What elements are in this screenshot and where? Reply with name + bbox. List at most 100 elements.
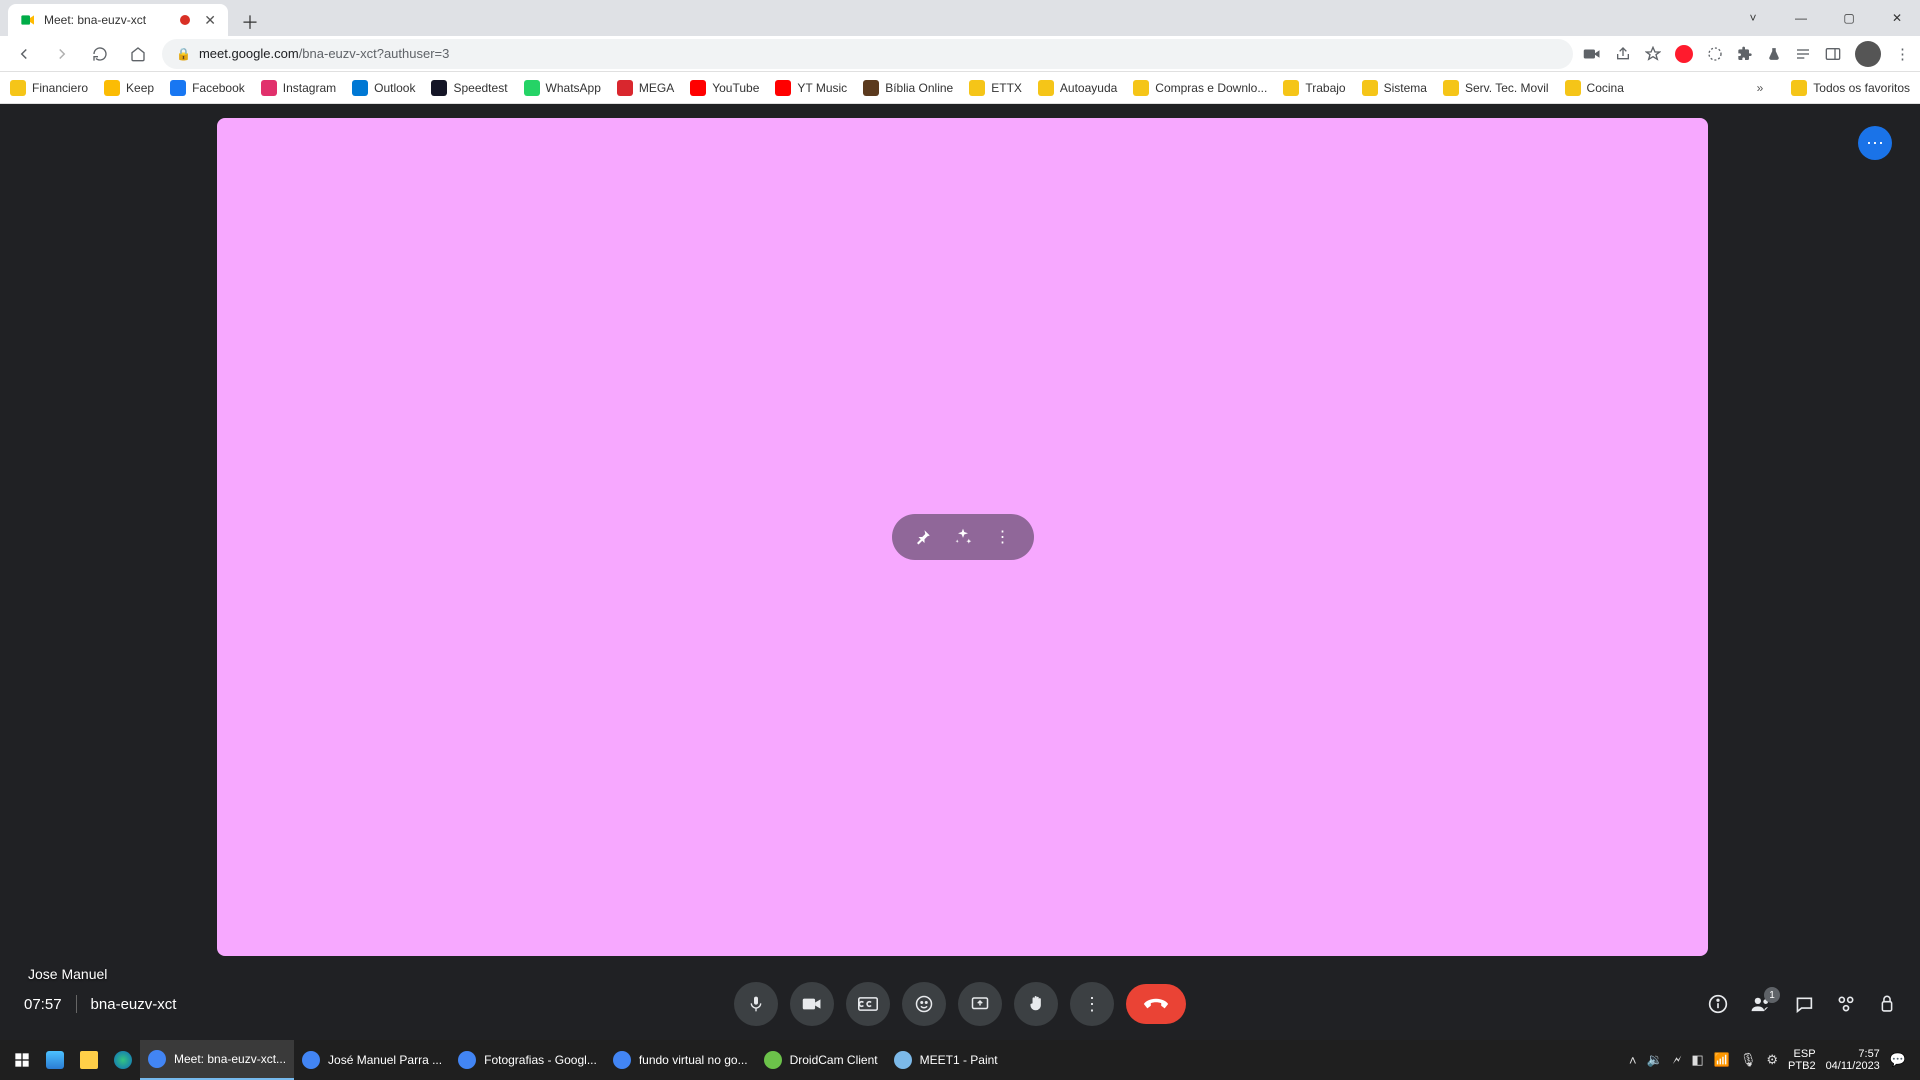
taskbar-app[interactable]: fundo virtual no go... [605, 1040, 756, 1080]
clock-label: 07:57 [24, 996, 62, 1013]
window-chevron-icon[interactable]: ˅ [1730, 2, 1776, 34]
window-close-button[interactable]: ✕ [1874, 2, 1920, 34]
bookmark-favicon-icon [1133, 80, 1149, 96]
bookmark-item[interactable]: Keep [104, 80, 154, 96]
camera-indicator-icon[interactable] [1583, 47, 1601, 61]
taskbar-app[interactable]: DroidCam Client [756, 1040, 886, 1080]
window-minimize-button[interactable]: — [1778, 2, 1824, 34]
all-bookmarks-button[interactable]: Todos os favoritos [1791, 80, 1910, 96]
profile-avatar[interactable] [1855, 41, 1881, 67]
bookmark-favicon-icon [352, 80, 368, 96]
bookmark-item[interactable]: Autoayuda [1038, 80, 1117, 96]
bookmark-item[interactable]: Sistema [1362, 80, 1427, 96]
host-controls-button[interactable] [1878, 994, 1896, 1014]
bookmark-favicon-icon [104, 80, 120, 96]
captions-button[interactable] [846, 982, 890, 1026]
bookmark-item[interactable]: Instagram [261, 80, 336, 96]
extension-opera-icon[interactable] [1675, 45, 1693, 63]
meeting-details-button[interactable] [1708, 994, 1728, 1014]
window-maximize-button[interactable]: ▢ [1826, 2, 1872, 34]
tray-bluetooth-icon[interactable]: ◧ [1691, 1052, 1703, 1068]
start-button[interactable] [6, 1040, 38, 1080]
bookmark-item[interactable]: ETTX [969, 80, 1022, 96]
bookmark-star-button[interactable] [1645, 46, 1661, 62]
share-icon[interactable] [1615, 46, 1631, 62]
bookmark-item[interactable]: Financiero [10, 80, 88, 96]
reading-list-icon[interactable] [1795, 47, 1811, 61]
self-video-tile[interactable]: ⋮ [217, 118, 1708, 956]
tile-more-button[interactable]: ⋮ [988, 522, 1018, 552]
bookmark-favicon-icon [1443, 80, 1459, 96]
explorer-button[interactable] [72, 1040, 106, 1080]
edge-button[interactable] [106, 1040, 140, 1080]
bookmarks-bar: Financiero Keep Facebook Instagram Outlook Sp… [0, 72, 1920, 104]
back-button[interactable] [10, 40, 38, 68]
meet-favicon-icon [20, 12, 36, 28]
bookmark-item[interactable]: MEGA [617, 80, 674, 96]
tray-volume-icon[interactable]: 🔉 [1647, 1052, 1663, 1068]
chat-button[interactable] [1794, 995, 1814, 1013]
room-code-label: bna-euzv-xct [91, 996, 177, 1013]
bookmark-favicon-icon [1038, 80, 1054, 96]
reload-button[interactable] [86, 40, 114, 68]
url-host: meet.google.com [199, 46, 299, 61]
labs-flask-icon[interactable] [1767, 46, 1781, 62]
recording-indicator-icon [180, 15, 190, 25]
extensions-puzzle-icon[interactable] [1737, 46, 1753, 62]
raise-hand-button[interactable] [1014, 982, 1058, 1026]
camera-button[interactable] [790, 982, 834, 1026]
bookmarks-overflow-button[interactable]: » [1751, 81, 1770, 95]
bookmark-favicon-icon [1362, 80, 1378, 96]
bookmark-item[interactable]: Trabajo [1283, 80, 1345, 96]
browser-toolbar: 🔒 meet.google.com/bna-euzv-xct?authuser=… [0, 36, 1920, 72]
tray-chevron-icon[interactable]: ˄ [1629, 1053, 1637, 1068]
tray-battery-icon[interactable]: 🗲 [1673, 1052, 1682, 1068]
stage-more-button[interactable]: ⋯ [1858, 126, 1892, 160]
effects-sparkle-button[interactable] [948, 522, 978, 552]
reactions-button[interactable] [902, 982, 946, 1026]
activities-button[interactable] [1836, 994, 1856, 1014]
tray-language[interactable]: ESP PTB2 [1788, 1048, 1816, 1072]
bookmark-item[interactable]: Bíblia Online [863, 80, 953, 96]
forward-button[interactable] [48, 40, 76, 68]
side-panel-icon[interactable] [1825, 47, 1841, 61]
bookmark-item[interactable]: Speedtest [431, 80, 507, 96]
meet-stage: ⋯ ⋮ Jose Manuel 07:57 bna-euzv-xct ⋮ [0, 104, 1920, 1040]
tray-app-icon[interactable]: ⚙ [1766, 1052, 1778, 1068]
tray-mic-icon[interactable]: 🎙 [1740, 1052, 1757, 1068]
app-icon [764, 1051, 782, 1069]
window-controls: ˅ — ▢ ✕ [1730, 0, 1920, 36]
leave-call-button[interactable] [1126, 984, 1186, 1024]
taskbar-app[interactable]: MEET1 - Paint [886, 1040, 1006, 1080]
bookmark-item[interactable]: Facebook [170, 80, 245, 96]
home-button[interactable] [124, 40, 152, 68]
present-screen-button[interactable] [958, 982, 1002, 1026]
taskbar-app[interactable]: José Manuel Parra ... [294, 1040, 450, 1080]
bookmark-item[interactable]: Cocina [1565, 80, 1624, 96]
chrome-menu-button[interactable]: ⋮ [1895, 45, 1910, 63]
tray-network-icon[interactable]: 📶 [1714, 1052, 1730, 1068]
taskbar-app[interactable]: Meet: bna-euzv-xct... [140, 1040, 294, 1080]
taskbar-app[interactable]: Fotografias - Googl... [450, 1040, 605, 1080]
microphone-button[interactable] [734, 982, 778, 1026]
participants-button[interactable]: 1 [1750, 995, 1772, 1013]
browser-tab[interactable]: Meet: bna-euzv-xct ✕ [8, 4, 228, 36]
new-tab-button[interactable]: ＋ [236, 8, 264, 36]
tray-notifications-icon[interactable]: 💬 [1890, 1052, 1906, 1068]
bookmark-favicon-icon [617, 80, 633, 96]
pin-button[interactable] [908, 522, 938, 552]
bookmark-item[interactable]: YouTube [690, 80, 759, 96]
bookmark-item[interactable]: YT Music [775, 80, 847, 96]
search-button[interactable] [38, 1040, 72, 1080]
bookmark-item[interactable]: WhatsApp [524, 80, 601, 96]
bookmark-item[interactable]: Serv. Tec. Movil [1443, 80, 1549, 96]
address-bar[interactable]: 🔒 meet.google.com/bna-euzv-xct?authuser=… [162, 39, 1573, 69]
bookmark-item[interactable]: Compras e Downlo... [1133, 80, 1267, 96]
more-options-button[interactable]: ⋮ [1070, 982, 1114, 1026]
tray-clock[interactable]: 7:57 04/11/2023 [1826, 1048, 1880, 1072]
bookmark-favicon-icon [261, 80, 277, 96]
extension-icon[interactable] [1707, 46, 1723, 62]
tab-close-button[interactable]: ✕ [204, 12, 216, 29]
bookmark-item[interactable]: Outlook [352, 80, 415, 96]
app-icon [148, 1050, 166, 1068]
